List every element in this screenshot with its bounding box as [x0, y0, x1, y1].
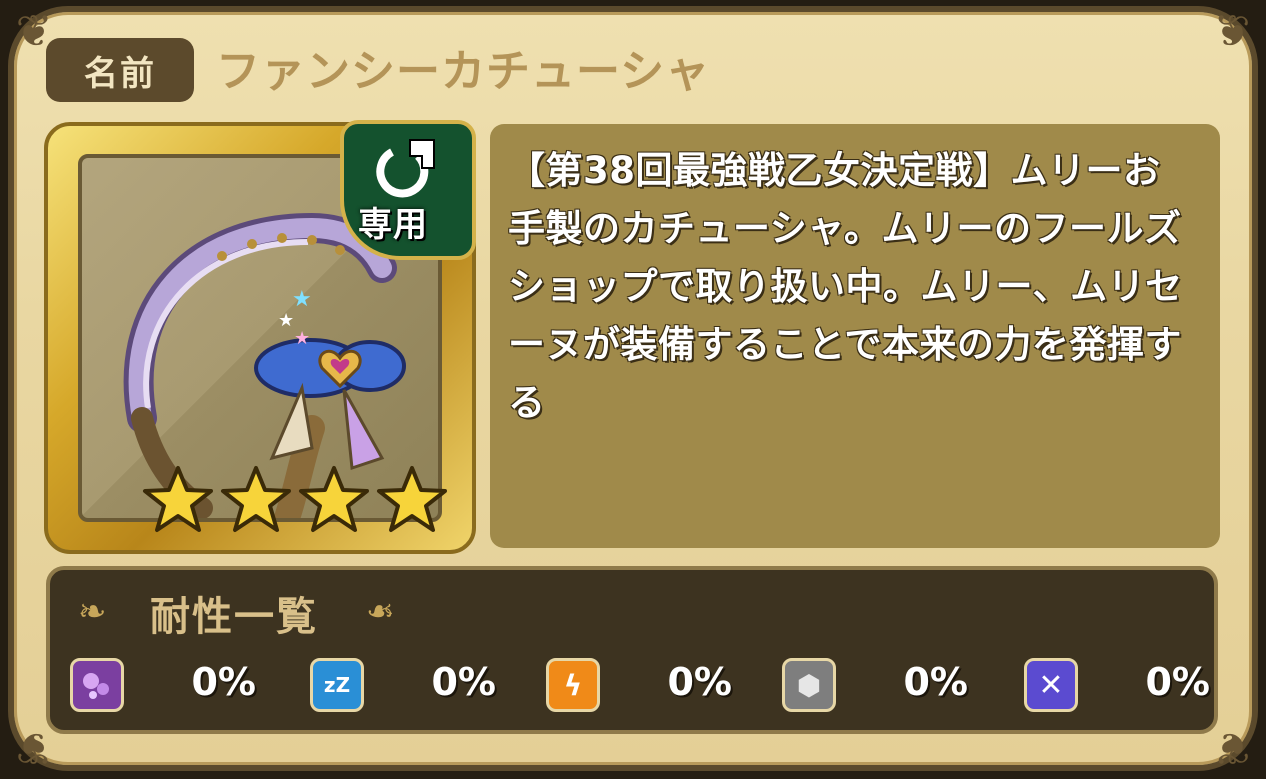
star-icon [143, 466, 213, 532]
item-description: 【第38回最強戦乙女決定戦】ムリーお手製のカチューシャ。ムリーのフールズショップ… [508, 149, 1183, 424]
exclusive-label: 専用 [358, 205, 428, 245]
flourish-icon: ❧ [366, 592, 395, 632]
resistance-title: 耐性一覧 [150, 594, 318, 640]
star-icon [221, 466, 291, 532]
resistance-list: 0% zZ 0% ϟ 0% ⬢ 0% ✕ 0% [70, 656, 1210, 720]
exclusive-symbol-icon [376, 139, 435, 198]
resistance-value: 0% [1145, 660, 1210, 704]
seal-icon: ✕ [1024, 658, 1078, 712]
flourish-icon: ❧ [78, 592, 107, 632]
description-box: 【第38回最強戦乙女決定戦】ムリーお手製のカチューシャ。ムリーのフールズショップ… [490, 124, 1220, 548]
star-icon [299, 466, 369, 532]
petrify-icon: ⬢ [782, 658, 836, 712]
sleep-icon: zZ [310, 658, 364, 712]
svg-text:★: ★ [292, 287, 312, 312]
svg-text:★: ★ [278, 310, 294, 331]
rarity-stars [142, 464, 462, 542]
corner-ornament-icon: ❦ [1213, 6, 1251, 57]
resistance-panel: ❧ 耐性一覧 ❧ 0% zZ 0% ϟ 0% ⬢ 0% ✕ 0% [46, 566, 1218, 734]
paralysis-icon: ϟ [546, 658, 600, 712]
svg-text:★: ★ [294, 328, 310, 349]
name-label-badge: 名前 [46, 38, 194, 102]
resistance-value: 0% [667, 660, 732, 704]
item-name: ファンシーカチューシャ [216, 46, 711, 97]
resistance-value: 0% [191, 660, 256, 704]
resistance-value: 0% [903, 660, 968, 704]
poison-icon [70, 658, 124, 712]
exclusive-tag: 専用 [340, 120, 476, 260]
star-icon [377, 466, 447, 532]
item-detail-window: ❦ ❦ ❦ ❦ 名前 ファンシーカチューシャ ★ ★ ★ 専用 【第38回最強戦… [0, 0, 1266, 779]
resistance-value: 0% [431, 660, 496, 704]
